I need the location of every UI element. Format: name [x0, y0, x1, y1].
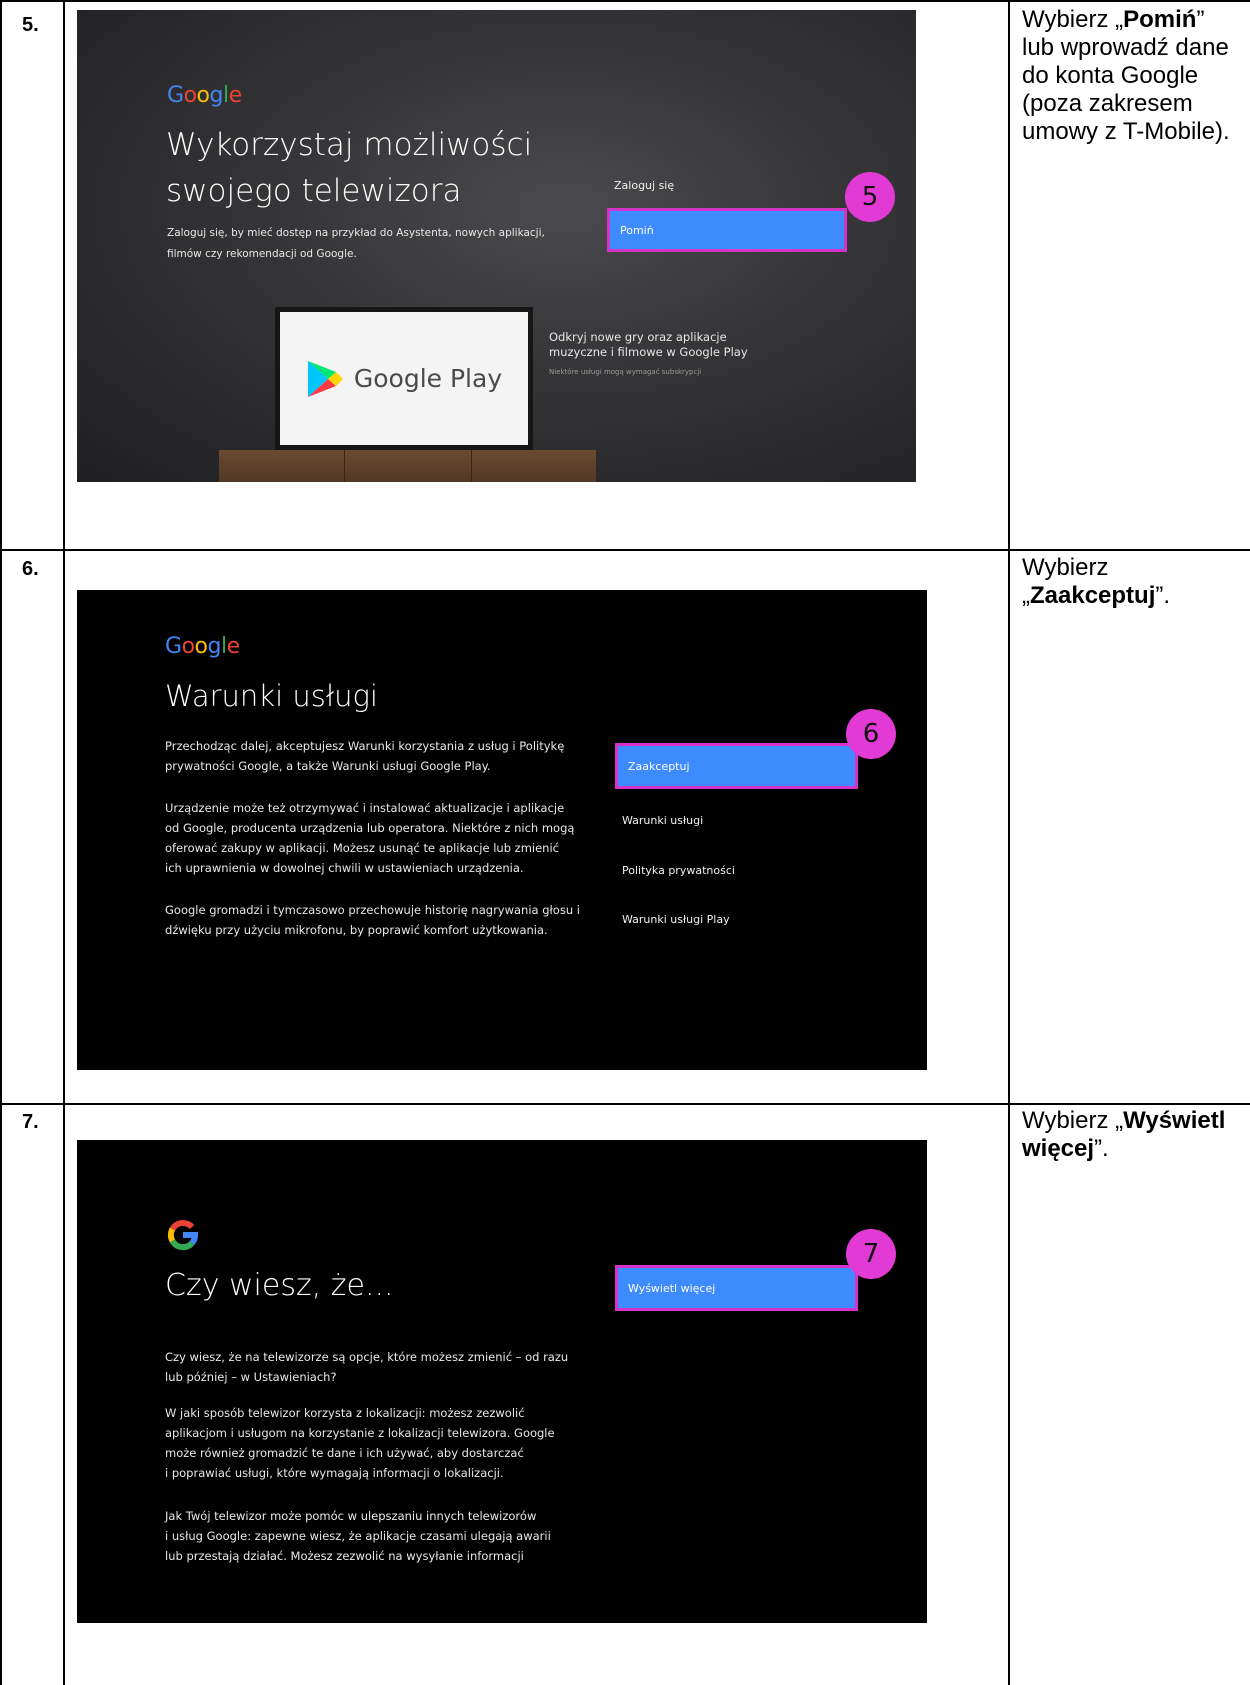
- show-more-button[interactable]: Wyświetl więcej: [615, 1265, 858, 1311]
- table-col-divider-2: [1008, 0, 1010, 1685]
- tv-stand-divider: [344, 450, 345, 482]
- step-badge: 6: [846, 709, 896, 759]
- step-badge: 5: [845, 172, 895, 222]
- step-badge: 7: [846, 1229, 896, 1279]
- tv-illustration: Google Play: [275, 307, 533, 450]
- menu-item-terms[interactable]: Warunki usługi: [622, 814, 703, 827]
- table-row-divider-1: [0, 549, 1250, 551]
- table-border-left: [0, 0, 2, 1685]
- promo-disclaimer: Niektóre usługi mogą wymagać subskrypcji: [549, 368, 702, 376]
- promo-text: Odkryj nowe gry oraz aplikacje muzyczne …: [549, 330, 748, 359]
- table-row-divider-2: [0, 1103, 1250, 1105]
- info-paragraph-1: Czy wiesz, że na telewizorze są opcje, k…: [165, 1350, 569, 1384]
- step-instruction: Wybierz „Wyświetl więcej”.: [1022, 1107, 1242, 1163]
- tv-screenshot-terms: Google Warunki usługi Przechodząc dalej,…: [77, 590, 927, 1070]
- google-g-icon: [167, 1219, 199, 1251]
- step-instruction: Wybierz „Zaakceptuj”.: [1022, 554, 1242, 610]
- screen-title: Warunki usługi: [165, 679, 378, 713]
- terms-paragraph-2: Urządzenie może też otrzymywać i instalo…: [165, 801, 575, 875]
- signin-menu-item[interactable]: Zaloguj się: [614, 179, 674, 192]
- google-logo: Google: [167, 83, 242, 108]
- table-border-top: [0, 0, 1250, 2]
- accept-button[interactable]: Zaakceptuj: [615, 743, 858, 789]
- instruction-highlight: Pomiń: [1123, 6, 1197, 33]
- terms-paragraph-1: Przechodząc dalej, akceptujesz Warunki k…: [165, 739, 565, 773]
- skip-button[interactable]: Pomiń: [607, 208, 847, 252]
- tv-stand: [219, 450, 596, 482]
- instruction-text: Wybierz „: [1022, 1107, 1124, 1134]
- table-col-divider-1: [63, 0, 65, 1685]
- screen-description: Zaloguj się, by mieć dostęp na przykład …: [167, 227, 545, 260]
- menu-item-play-terms[interactable]: Warunki usługi Play: [622, 913, 730, 926]
- instruction-text: ”.: [1155, 582, 1171, 609]
- instruction-text: ”.: [1094, 1135, 1109, 1162]
- step-number: 5.: [22, 14, 39, 36]
- screen-title: Wykorzystaj możliwości swojego telewizor…: [166, 127, 533, 209]
- step-instruction: Wybierz „Pomiń” lub wprowadź dane do kon…: [1022, 6, 1242, 146]
- screen-title: Czy wiesz, że...: [165, 1268, 394, 1303]
- google-play-text: Google Play: [353, 364, 503, 393]
- instruction-highlight: Zaakceptuj: [1030, 582, 1156, 609]
- info-paragraph-3: Jak Twój telewizor może pomóc w ulepszan…: [165, 1509, 551, 1563]
- step-number: 7.: [22, 1111, 39, 1133]
- tv-stand-divider: [471, 450, 472, 482]
- step-number: 6.: [22, 558, 39, 580]
- menu-item-privacy[interactable]: Polityka prywatności: [622, 864, 735, 877]
- instruction-text: Wybierz „: [1022, 6, 1124, 33]
- google-play-icon: [307, 360, 343, 397]
- terms-paragraph-3: Google gromadzi i tymczasowo przechowuje…: [165, 903, 580, 937]
- tv-screenshot-did-you-know: Czy wiesz, że... Czy wiesz, że na telewi…: [77, 1140, 927, 1623]
- google-logo: Google: [165, 634, 240, 659]
- info-paragraph-2: W jaki sposób telewizor korzysta z lokal…: [165, 1406, 555, 1480]
- tv-screenshot-signin: Google Wykorzystaj możliwości swojego te…: [77, 10, 916, 482]
